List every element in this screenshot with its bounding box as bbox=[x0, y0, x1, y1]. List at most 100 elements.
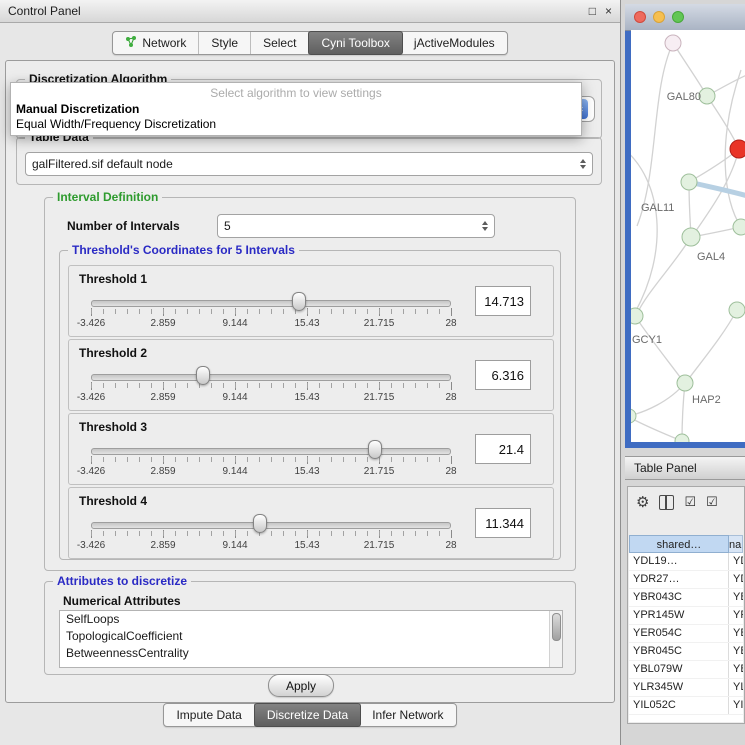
tab-jactivemodules[interactable]: jActiveModules bbox=[402, 32, 507, 54]
network-canvas[interactable]: GAL80GAL11GAL4GCY1HAP2 bbox=[631, 30, 745, 442]
network-edge[interactable] bbox=[635, 316, 683, 381]
column-header-shared-name[interactable]: shared… bbox=[629, 535, 729, 553]
checkbox-icon[interactable]: ☑ bbox=[706, 495, 718, 509]
attribute-item[interactable]: TopologicalCoefficient bbox=[60, 628, 562, 645]
network-edge[interactable] bbox=[631, 416, 682, 441]
network-edge[interactable] bbox=[689, 182, 745, 197]
tab-network[interactable]: Network bbox=[113, 32, 199, 54]
network-window-titlebar[interactable] bbox=[625, 4, 745, 31]
table-cell[interactable]: YIL052C bbox=[629, 697, 729, 714]
network-edge[interactable] bbox=[631, 383, 685, 416]
slider-track[interactable] bbox=[91, 448, 451, 455]
network-edge[interactable] bbox=[673, 43, 707, 96]
minimize-traffic-light-icon[interactable] bbox=[653, 11, 665, 23]
network-node[interactable] bbox=[631, 308, 643, 324]
table-cell[interactable]: YBR043C bbox=[629, 589, 729, 606]
table-cell[interactable]: YLR345W bbox=[729, 679, 743, 696]
slider-thumb[interactable] bbox=[368, 440, 382, 459]
slider-track[interactable] bbox=[91, 300, 451, 307]
network-edge[interactable] bbox=[687, 310, 737, 381]
tab-style[interactable]: Style bbox=[199, 32, 251, 54]
apply-button[interactable]: Apply bbox=[268, 674, 334, 697]
zoom-traffic-light-icon[interactable] bbox=[672, 11, 684, 23]
table-panel-titlebar[interactable]: Table Panel bbox=[625, 456, 745, 480]
control-panel-titlebar[interactable]: Control Panel □ × bbox=[0, 0, 620, 23]
table-row[interactable]: YLR345WYLR345W bbox=[629, 679, 743, 697]
table-row[interactable]: YBR045CYBR045C bbox=[629, 643, 743, 661]
table-cell[interactable]: YPR145W bbox=[629, 607, 729, 624]
slider-scale-label: 9.144 bbox=[222, 466, 247, 477]
table-cell[interactable]: YER054C bbox=[629, 625, 729, 642]
tab-select[interactable]: Select bbox=[251, 32, 309, 54]
network-node[interactable] bbox=[682, 228, 700, 246]
network-edge[interactable] bbox=[631, 150, 657, 316]
numerical-attributes-list[interactable]: SelfLoopsTopologicalCoefficientBetweenne… bbox=[59, 610, 563, 668]
slider-thumb[interactable] bbox=[253, 514, 267, 533]
network-node[interactable] bbox=[733, 219, 745, 235]
threshold-value-field[interactable]: 14.713 bbox=[475, 286, 531, 316]
tab-cyni-toolbox[interactable]: Cyni Toolbox bbox=[308, 31, 402, 55]
table-cell[interactable]: YDR27… bbox=[729, 571, 743, 588]
close-window-icon[interactable]: × bbox=[605, 5, 612, 17]
threshold-slider[interactable]: -3.4262.8599.14415.4321.71528 bbox=[91, 514, 451, 554]
attribute-item[interactable]: BetweennessCentrality bbox=[60, 645, 562, 662]
tab-infer-network[interactable]: Infer Network bbox=[360, 704, 455, 726]
threshold-value-field[interactable]: 6.316 bbox=[475, 360, 531, 390]
network-edge[interactable] bbox=[682, 383, 685, 441]
network-edge[interactable] bbox=[637, 237, 691, 314]
table-row[interactable]: YPR145WYPR145W bbox=[629, 607, 743, 625]
threshold-value-field[interactable]: 11.344 bbox=[475, 508, 531, 538]
slider-track[interactable] bbox=[91, 374, 451, 381]
table-cell[interactable]: YBR043C bbox=[729, 589, 743, 606]
columns-icon[interactable] bbox=[659, 495, 674, 510]
slider-thumb[interactable] bbox=[196, 366, 210, 385]
network-node[interactable] bbox=[677, 375, 693, 391]
tab-impute-data[interactable]: Impute Data bbox=[164, 704, 254, 726]
table-cell[interactable]: YBL079W bbox=[629, 661, 729, 678]
attribute-item[interactable]: SelfLoops bbox=[60, 611, 562, 628]
algorithm-option-equal-width-frequency[interactable]: Equal Width/Frequency Discretization bbox=[11, 117, 581, 132]
network-node[interactable] bbox=[729, 302, 745, 318]
network-edge[interactable] bbox=[637, 43, 673, 226]
slider-track[interactable] bbox=[91, 522, 451, 529]
float-window-icon[interactable]: □ bbox=[589, 5, 596, 17]
table-cell[interactable]: YBL079W bbox=[729, 661, 743, 678]
threshold-slider[interactable]: -3.4262.8599.14415.4321.71528 bbox=[91, 292, 451, 332]
table-cell[interactable]: YDR27… bbox=[629, 571, 729, 588]
network-node[interactable] bbox=[665, 35, 681, 51]
threshold-slider[interactable]: -3.4262.8599.14415.4321.71528 bbox=[91, 366, 451, 406]
network-canvas-svg[interactable]: GAL80GAL11GAL4GCY1HAP2 bbox=[631, 30, 745, 442]
table-row[interactable]: YER054CYER054C bbox=[629, 625, 743, 643]
threshold-slider[interactable]: -3.4262.8599.14415.4321.71528 bbox=[91, 440, 451, 480]
number-of-intervals-select[interactable]: 5 bbox=[217, 214, 495, 238]
table-row[interactable]: YDR27…YDR27… bbox=[629, 571, 743, 589]
algorithm-option-manual-discretization[interactable]: Manual Discretization bbox=[11, 102, 581, 117]
network-node[interactable] bbox=[675, 434, 689, 442]
list-scrollbar[interactable] bbox=[549, 611, 562, 667]
gear-icon[interactable]: ⚙ bbox=[636, 495, 649, 510]
table-cell[interactable]: YPR145W bbox=[729, 607, 743, 624]
network-node[interactable] bbox=[699, 88, 715, 104]
threshold-value-field[interactable]: 21.4 bbox=[475, 434, 531, 464]
network-view-window: GAL80GAL11GAL4GCY1HAP2 bbox=[625, 4, 745, 448]
table-row[interactable]: YDL19…YDL19… bbox=[629, 553, 743, 571]
table-data-select[interactable]: galFiltered.sif default node bbox=[25, 152, 593, 176]
tab-discretize-data[interactable]: Discretize Data bbox=[254, 703, 361, 727]
close-traffic-light-icon[interactable] bbox=[634, 11, 646, 23]
table-cell[interactable]: YLR345W bbox=[629, 679, 729, 696]
column-header-name[interactable]: name bbox=[729, 535, 743, 553]
scrollbar-thumb[interactable] bbox=[552, 613, 561, 641]
checkbox-icon[interactable]: ☑ bbox=[684, 495, 696, 509]
table-row[interactable]: YBL079WYBL079W bbox=[629, 661, 743, 679]
slider-thumb[interactable] bbox=[292, 292, 306, 311]
table-cell[interactable]: YDL19… bbox=[629, 553, 729, 570]
table-cell[interactable]: YIL052C bbox=[729, 697, 743, 714]
table-cell[interactable]: YER054C bbox=[729, 625, 743, 642]
table-cell[interactable]: YBR045C bbox=[729, 643, 743, 660]
network-node[interactable] bbox=[730, 140, 745, 158]
table-cell[interactable]: YBR045C bbox=[629, 643, 729, 660]
table-cell[interactable]: YDL19… bbox=[729, 553, 743, 570]
table-row[interactable]: YIL052CYIL052C bbox=[629, 697, 743, 715]
network-node[interactable] bbox=[681, 174, 697, 190]
table-row[interactable]: YBR043CYBR043C bbox=[629, 589, 743, 607]
